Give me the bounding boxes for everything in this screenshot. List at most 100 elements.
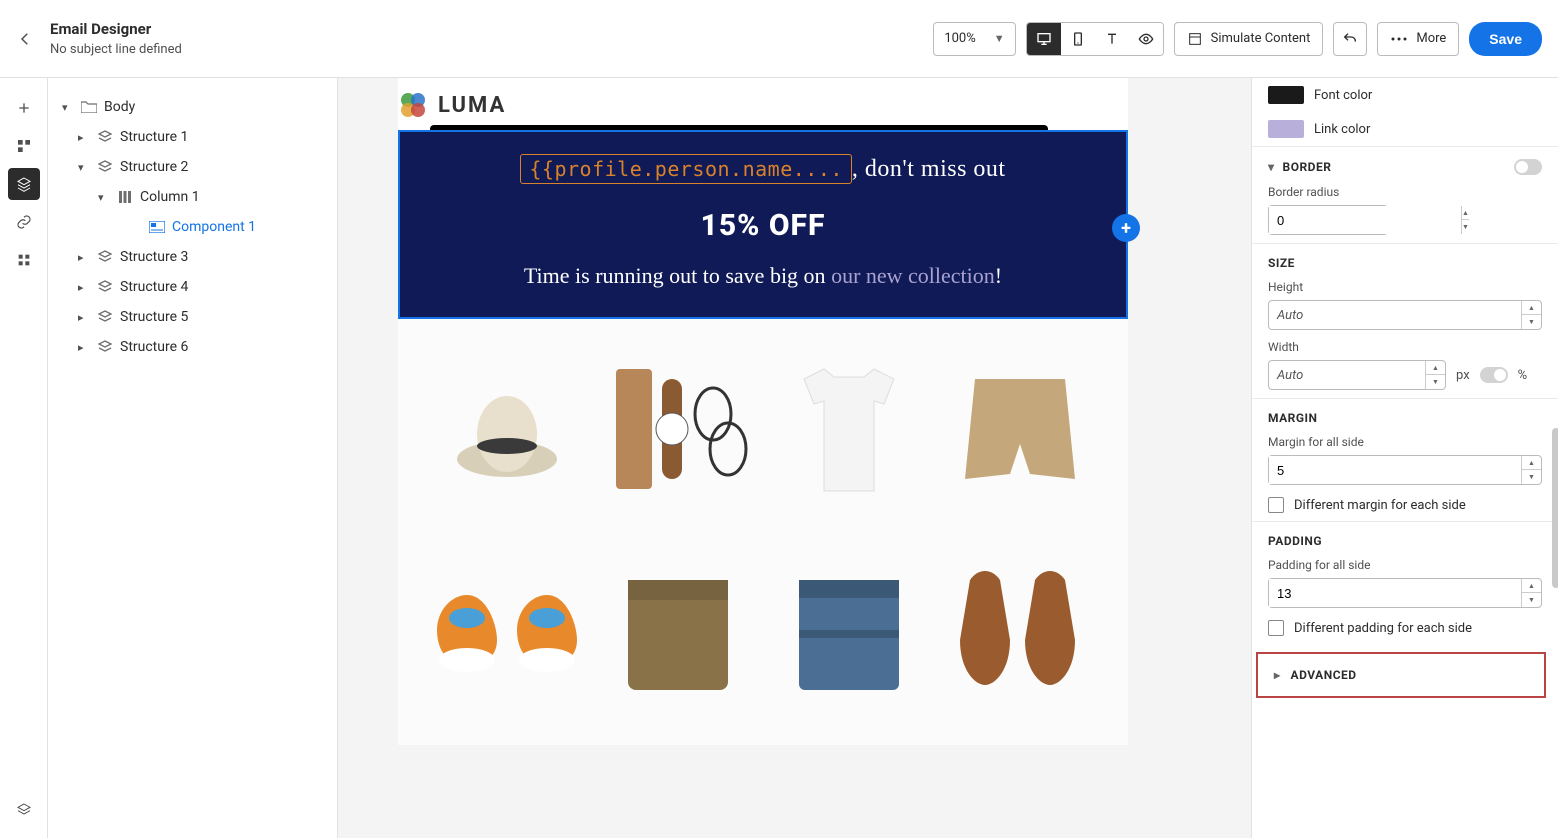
tree-component-1[interactable]: Component 1 xyxy=(58,212,327,242)
hero-block[interactable]: + {{profile.person.name...., don't miss … xyxy=(398,130,1128,319)
border-radius-input[interactable]: ▲▼ xyxy=(1268,205,1388,235)
hero-line3-post: ! xyxy=(995,263,1002,288)
height-input[interactable]: Auto ▲▼ xyxy=(1268,300,1542,330)
width-input[interactable]: Auto ▲▼ xyxy=(1268,360,1446,390)
margin-diff-label: Different margin for each side xyxy=(1294,498,1466,513)
unit-toggle[interactable] xyxy=(1480,367,1508,383)
text-icon xyxy=(1104,31,1120,47)
rail-add[interactable] xyxy=(8,92,40,124)
dots-icon xyxy=(1390,36,1408,42)
border-radius-field[interactable] xyxy=(1269,206,1461,234)
hero-line2[interactable]: 15% OFF xyxy=(430,208,1096,243)
save-button[interactable]: Save xyxy=(1469,22,1542,56)
plus-icon xyxy=(16,100,32,116)
hero-line3[interactable]: Time is running out to save big on our n… xyxy=(430,263,1096,289)
chevron-down-icon[interactable]: ▾ xyxy=(1268,160,1275,174)
rail-links[interactable] xyxy=(8,206,40,238)
more-button[interactable]: More xyxy=(1377,22,1459,56)
tree-panel: ▾ Body ▸ Structure 1 ▾ Structure 2 ▾ Col… xyxy=(48,78,338,838)
spinner[interactable]: ▲▼ xyxy=(1461,206,1469,234)
personalization-token[interactable]: {{profile.person.name.... xyxy=(520,154,852,184)
tree-structure-5[interactable]: ▸ Structure 5 xyxy=(58,302,327,332)
tree-s2-label: Structure 2 xyxy=(120,159,188,175)
margin-heading: MARGIN xyxy=(1268,411,1318,425)
product-shorts xyxy=(937,339,1102,529)
margin-diff-row[interactable]: Different margin for each side xyxy=(1268,497,1542,513)
canvas[interactable]: LUMA T▾ ▾ ▾ H▾ 25px▾ T✦ ▾ ▾ xyxy=(338,78,1252,838)
padding-diff-row[interactable]: Different padding for each side xyxy=(1268,620,1542,636)
padding-diff-label: Different padding for each side xyxy=(1294,621,1472,636)
tree-s1-label: Structure 1 xyxy=(120,129,188,145)
spinner[interactable]: ▲▼ xyxy=(1425,361,1445,389)
folder-icon xyxy=(80,100,98,114)
pct-label: % xyxy=(1518,368,1528,383)
desktop-preview-button[interactable] xyxy=(1027,23,1061,55)
zoom-select[interactable]: 100% ▼ xyxy=(933,22,1015,56)
chevron-right-icon: ▸ xyxy=(78,131,90,144)
spinner[interactable]: ▲▼ xyxy=(1521,579,1541,607)
rail-components[interactable] xyxy=(8,130,40,162)
margin-field[interactable] xyxy=(1269,456,1521,484)
tree-s5-label: Structure 5 xyxy=(120,309,188,325)
rail-stack[interactable] xyxy=(8,794,40,826)
tree-structure-3[interactable]: ▸ Structure 3 xyxy=(58,242,327,272)
back-button[interactable] xyxy=(16,30,34,48)
chevron-right-icon: ▸ xyxy=(78,311,90,324)
email-body[interactable]: LUMA T▾ ▾ ▾ H▾ 25px▾ T✦ ▾ ▾ xyxy=(398,78,1128,745)
width-label: Width xyxy=(1268,340,1542,354)
rail-layers[interactable] xyxy=(8,168,40,200)
undo-icon xyxy=(1342,31,1358,47)
live-preview-button[interactable] xyxy=(1129,23,1163,55)
tree-structure-6[interactable]: ▸ Structure 6 xyxy=(58,332,327,362)
margin-input[interactable]: ▲▼ xyxy=(1268,455,1542,485)
font-color-label: Font color xyxy=(1314,88,1372,103)
checkbox[interactable] xyxy=(1268,620,1284,636)
font-color-row[interactable]: Font color xyxy=(1252,78,1558,112)
title-block: Email Designer No subject line defined xyxy=(50,20,182,57)
left-rail xyxy=(0,78,48,838)
size-section: SIZE Height Auto ▲▼ Width Auto ▲▼ px % xyxy=(1252,243,1558,398)
column-icon xyxy=(116,190,134,204)
chevron-right-icon: ▸ xyxy=(78,251,90,264)
tree-structure-2[interactable]: ▾ Structure 2 xyxy=(58,152,327,182)
scrollbar[interactable] xyxy=(1548,78,1558,838)
spinner[interactable]: ▲▼ xyxy=(1521,301,1541,329)
tree-body-label: Body xyxy=(104,99,135,115)
tree-body[interactable]: ▾ Body xyxy=(58,92,327,122)
font-color-swatch[interactable] xyxy=(1268,86,1304,104)
link-icon xyxy=(16,214,32,230)
product-hat xyxy=(424,339,589,529)
tree-structure-4[interactable]: ▸ Structure 4 xyxy=(58,272,327,302)
link-color-row[interactable]: Link color xyxy=(1252,112,1558,146)
link-color-swatch[interactable] xyxy=(1268,120,1304,138)
tree-column-1[interactable]: ▾ Column 1 xyxy=(58,182,327,212)
border-heading: BORDER xyxy=(1283,160,1332,174)
advanced-section[interactable]: ▸ ADVANCED xyxy=(1256,652,1546,698)
logo-text: LUMA xyxy=(438,93,506,118)
simulate-label: Simulate Content xyxy=(1211,31,1311,46)
tree-structure-1[interactable]: ▸ Structure 1 xyxy=(58,122,327,152)
arrow-left-icon xyxy=(16,30,34,48)
rail-grid[interactable] xyxy=(8,244,40,276)
padding-heading: PADDING xyxy=(1268,534,1322,548)
text-preview-button[interactable] xyxy=(1095,23,1129,55)
checkbox[interactable] xyxy=(1268,497,1284,513)
hero-line3-link[interactable]: our new collection xyxy=(831,263,995,288)
padding-input[interactable]: ▲▼ xyxy=(1268,578,1542,608)
product-denim xyxy=(766,535,931,725)
hero-line1[interactable]: {{profile.person.name...., don't miss ou… xyxy=(430,154,1096,184)
border-toggle[interactable] xyxy=(1514,159,1542,175)
height-label: Height xyxy=(1268,280,1542,294)
padding-section: PADDING Padding for all side ▲▼ Differen… xyxy=(1252,521,1558,644)
add-component-button[interactable]: + xyxy=(1112,214,1140,242)
simulate-content-button[interactable]: Simulate Content xyxy=(1174,22,1324,56)
height-value: Auto xyxy=(1269,301,1521,329)
mobile-preview-button[interactable] xyxy=(1061,23,1095,55)
structure-icon xyxy=(96,160,114,174)
scrollbar-thumb[interactable] xyxy=(1552,428,1558,588)
advanced-label: ADVANCED xyxy=(1291,668,1357,682)
padding-field[interactable] xyxy=(1269,579,1521,607)
product-sweater xyxy=(595,535,760,725)
spinner[interactable]: ▲▼ xyxy=(1521,456,1541,484)
undo-button[interactable] xyxy=(1333,22,1367,56)
